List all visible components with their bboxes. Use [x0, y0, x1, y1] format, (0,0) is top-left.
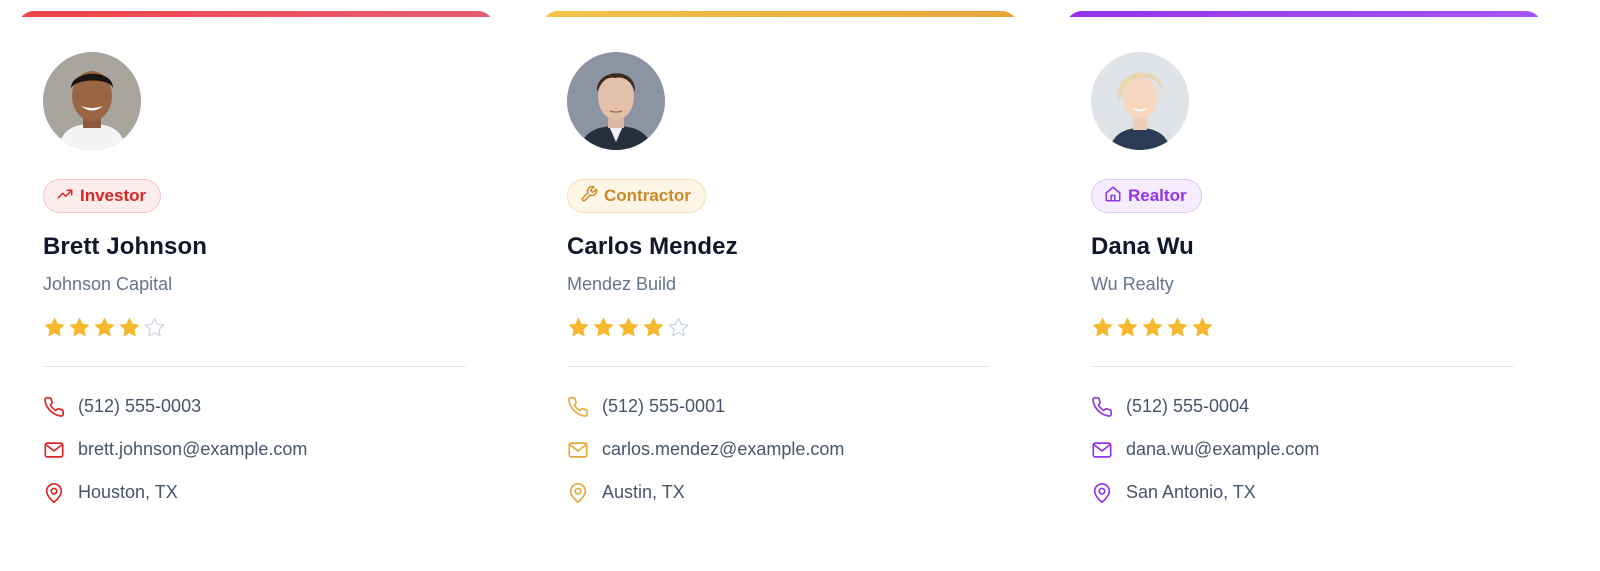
star-rating — [567, 316, 690, 339]
location-text: Austin, TX — [602, 482, 685, 502]
email-row[interactable]: dana.wu@example.com — [1091, 438, 1319, 462]
contact-name: Brett Johnson — [43, 233, 207, 260]
star-filled-icon — [44, 317, 65, 337]
divider — [43, 366, 466, 367]
avatar[interactable] — [567, 52, 665, 150]
email-row[interactable]: carlos.mendez@example.com — [567, 438, 844, 462]
mail-icon — [1091, 439, 1113, 461]
phone-icon — [43, 396, 65, 418]
star-rating — [43, 316, 166, 339]
star-filled-icon — [593, 317, 614, 337]
company-name: Wu Realty — [1091, 274, 1174, 294]
email-address[interactable]: brett.johnson@example.com — [78, 439, 307, 460]
card-accent-bar — [18, 11, 494, 17]
company-name: Mendez Build — [567, 274, 677, 294]
role-label: Investor — [80, 186, 147, 205]
avatar[interactable] — [1091, 52, 1189, 150]
star-filled-icon — [643, 317, 664, 337]
mail-icon — [43, 439, 65, 461]
star-empty-icon — [668, 317, 689, 337]
star-filled-icon — [618, 317, 639, 337]
email-address[interactable]: dana.wu@example.com — [1126, 439, 1319, 460]
role-badge: Realtor — [1091, 179, 1202, 213]
company-name: Johnson Capital — [43, 274, 173, 294]
location-row: Austin, TX — [567, 481, 685, 505]
mail-icon — [567, 439, 589, 461]
location-text: San Antonio, TX — [1126, 482, 1256, 502]
star-filled-icon — [1192, 317, 1213, 337]
contact-card[interactable]: Contractor Carlos Mendez Mendez Build (5… — [542, 11, 1018, 571]
email-address[interactable]: carlos.mendez@example.com — [602, 439, 844, 460]
role-label: Contractor — [604, 186, 691, 205]
phone-icon — [1091, 396, 1113, 418]
trending-up-icon — [56, 185, 74, 208]
star-filled-icon — [1117, 317, 1138, 337]
map-pin-icon — [43, 482, 65, 504]
location-row: San Antonio, TX — [1091, 481, 1256, 505]
phone-icon — [567, 396, 589, 418]
role-badge: Contractor — [567, 179, 706, 213]
star-empty-icon — [144, 317, 165, 337]
star-filled-icon — [69, 317, 90, 337]
role-badge: Investor — [43, 179, 162, 213]
card-accent-bar — [542, 11, 1018, 17]
location-text: Houston, TX — [78, 482, 178, 502]
phone-row[interactable]: (512) 555-0004 — [1091, 395, 1249, 419]
phone-number[interactable]: (512) 555-0003 — [78, 396, 201, 417]
divider — [567, 366, 990, 367]
wrench-icon — [580, 185, 598, 208]
contact-name: Carlos Mendez — [567, 233, 738, 260]
star-filled-icon — [1167, 317, 1188, 337]
star-filled-icon — [1142, 317, 1163, 337]
avatar[interactable] — [43, 52, 141, 150]
phone-row[interactable]: (512) 555-0001 — [567, 395, 725, 419]
phone-number[interactable]: (512) 555-0004 — [1126, 396, 1249, 417]
home-icon — [1104, 185, 1122, 208]
contact-card[interactable]: Realtor Dana Wu Wu Realty (512) 555-0004… — [1066, 11, 1542, 571]
contact-name: Dana Wu — [1091, 233, 1194, 260]
star-rating — [1091, 316, 1214, 339]
location-row: Houston, TX — [43, 481, 178, 505]
star-filled-icon — [119, 317, 140, 337]
star-filled-icon — [94, 317, 115, 337]
star-filled-icon — [568, 317, 589, 337]
divider — [1091, 366, 1514, 367]
map-pin-icon — [1091, 482, 1113, 504]
role-label: Realtor — [1128, 186, 1187, 205]
star-filled-icon — [1092, 317, 1113, 337]
contact-cards: Investor Brett Johnson Johnson Capital (… — [0, 0, 1600, 571]
contact-card[interactable]: Investor Brett Johnson Johnson Capital (… — [18, 11, 494, 571]
email-row[interactable]: brett.johnson@example.com — [43, 438, 307, 462]
map-pin-icon — [567, 482, 589, 504]
card-accent-bar — [1066, 11, 1542, 17]
phone-row[interactable]: (512) 555-0003 — [43, 395, 201, 419]
phone-number[interactable]: (512) 555-0001 — [602, 396, 725, 417]
